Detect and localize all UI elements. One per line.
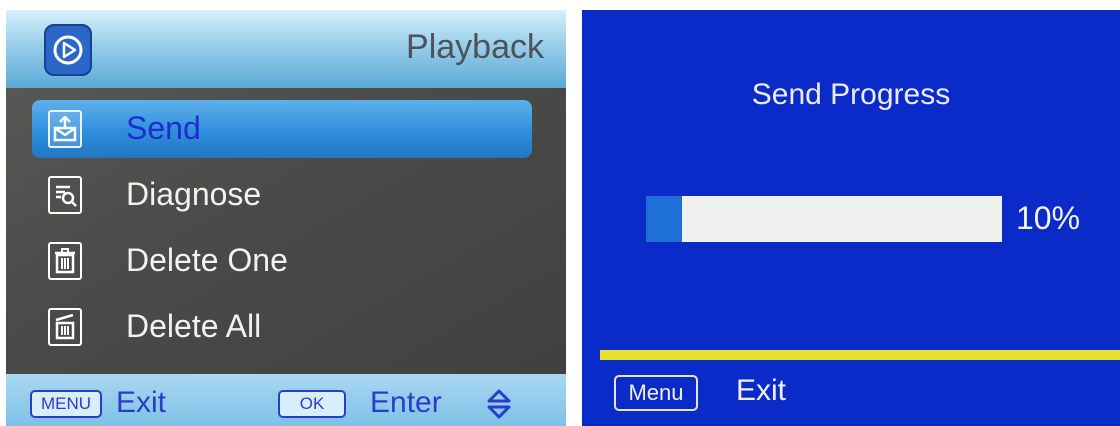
ok-key-button[interactable]: OK: [278, 390, 346, 418]
exit-label: Exit: [116, 386, 167, 419]
trash-all-icon: [48, 308, 82, 346]
menu-key-button[interactable]: Menu: [614, 375, 698, 411]
menu-item-send[interactable]: Send: [32, 100, 532, 158]
page-title: Playback: [406, 28, 544, 66]
menu-item-delete-one[interactable]: Delete One: [32, 232, 532, 290]
enter-label: Enter: [370, 386, 442, 419]
play-circle-icon: [44, 24, 92, 76]
menu-item-delete-all[interactable]: Delete All: [32, 298, 532, 356]
playback-header: Playback: [6, 10, 566, 88]
progress-percent: 10%: [1016, 200, 1081, 236]
diagnose-magnifier-icon: [48, 176, 82, 214]
send-envelope-icon: [48, 110, 82, 148]
menu-item-label: Diagnose: [126, 176, 262, 212]
trash-icon: [48, 242, 82, 280]
playback-footer: MENU Exit OK Enter: [6, 374, 566, 426]
menu-item-label: Send: [126, 110, 201, 146]
menu-key-button[interactable]: MENU: [30, 390, 102, 418]
playback-menu-screen: Playback Send Diagnose Delete One Delete…: [6, 10, 566, 426]
menu-item-label: Delete One: [126, 242, 288, 278]
send-progress-screen: Send Progress 10% Menu Exit: [582, 10, 1120, 426]
exit-label: Exit: [736, 374, 787, 407]
progress-bar-fill: [646, 196, 682, 242]
menu-item-label: Delete All: [126, 308, 262, 344]
up-down-arrows-icon: [486, 388, 512, 425]
divider: [600, 350, 1120, 360]
progress-title: Send Progress: [751, 78, 951, 111]
progress-bar: [646, 196, 1002, 242]
menu-item-diagnose[interactable]: Diagnose: [32, 166, 532, 224]
